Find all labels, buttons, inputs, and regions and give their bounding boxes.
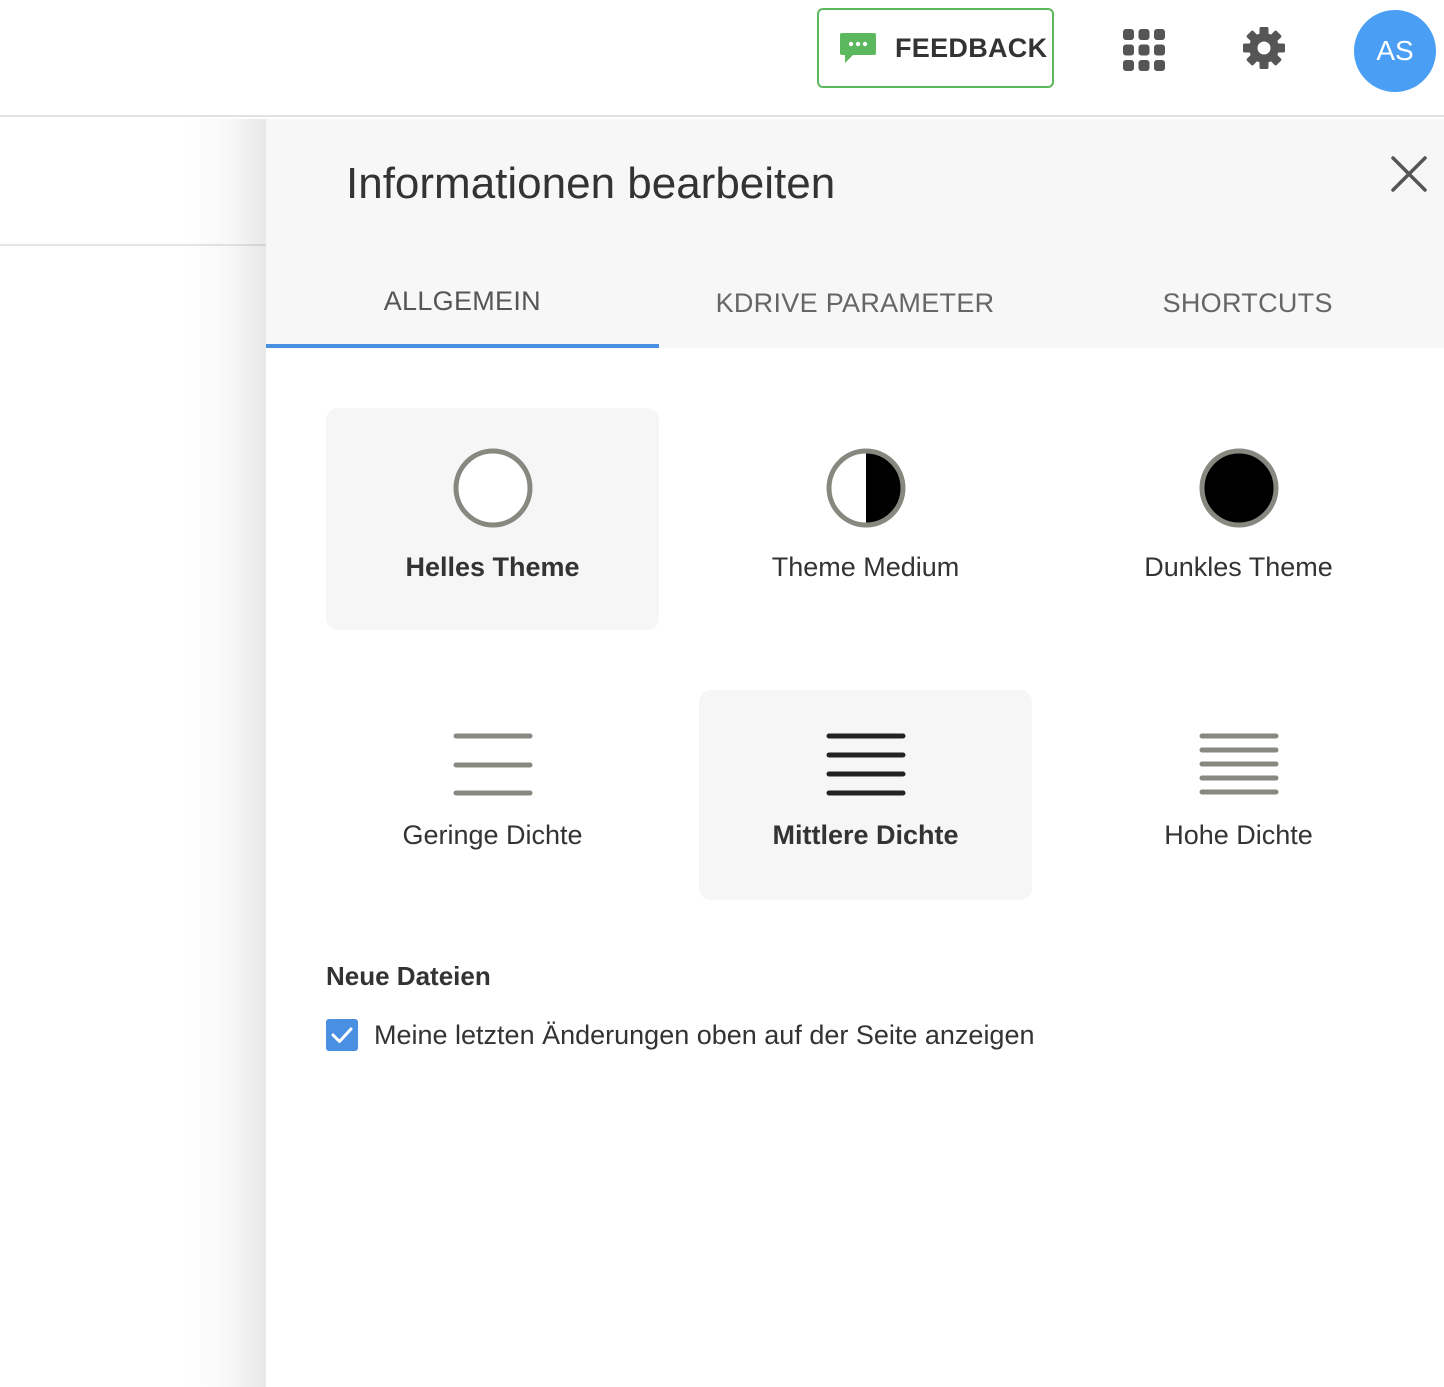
panel-header: Informationen bearbeiten ALLGEMEIN KDRIV… [266,119,1444,348]
high-density-icon [1199,733,1278,795]
density-option-low[interactable]: Geringe Dichte [326,690,659,900]
avatar-initials: AS [1376,35,1414,66]
tab-kdrive-parameter[interactable]: KDRIVE PARAMETER [659,259,1052,348]
apps-grid-icon[interactable] [1122,28,1166,72]
medium-theme-icon [826,448,905,528]
theme-option-label: Dunkles Theme [1144,552,1333,582]
medium-density-icon [826,733,905,796]
theme-option-light[interactable]: Helles Theme [326,408,659,630]
new-files-heading: Neue Dateien [326,961,491,991]
density-option-high[interactable]: Hohe Dichte [1072,690,1405,900]
checkmark-icon [331,1027,353,1043]
low-density-icon [453,733,532,796]
close-icon[interactable] [1390,155,1428,193]
tab-allgemein[interactable]: ALLGEMEIN [266,259,659,348]
chat-bubble-icon [840,33,876,63]
dark-theme-icon [1199,448,1278,528]
show-recent-changes-label: Meine letzten Änderungen oben auf der Se… [374,1019,1035,1050]
light-theme-icon [453,448,532,528]
density-option-medium[interactable]: Mittlere Dichte [699,690,1032,900]
gear-icon[interactable] [1242,26,1286,70]
show-recent-changes-checkbox[interactable] [326,1019,358,1051]
panel-shadow [186,119,266,1387]
tab-bar: ALLGEMEIN KDRIVE PARAMETER SHORTCUTS [266,259,1444,348]
feedback-label: FEEDBACK [895,32,1048,63]
settings-panel: Informationen bearbeiten ALLGEMEIN KDRIV… [266,119,1444,1387]
density-option-label: Mittlere Dichte [772,820,959,850]
panel-title: Informationen bearbeiten [346,159,836,208]
tab-shortcuts[interactable]: SHORTCUTS [1051,259,1444,348]
theme-option-medium[interactable]: Theme Medium [699,408,1032,630]
top-bar: FEEDBACK AS [0,0,1444,117]
avatar[interactable]: AS [1354,10,1436,92]
density-option-label: Hohe Dichte [1164,820,1313,850]
density-option-label: Geringe Dichte [402,820,583,850]
theme-option-dark[interactable]: Dunkles Theme [1072,408,1405,630]
feedback-button[interactable]: FEEDBACK [817,8,1054,88]
theme-option-label: Helles Theme [405,552,580,582]
theme-option-label: Theme Medium [771,552,960,582]
show-recent-changes-option[interactable]: Meine letzten Änderungen oben auf der Se… [326,1019,1035,1051]
